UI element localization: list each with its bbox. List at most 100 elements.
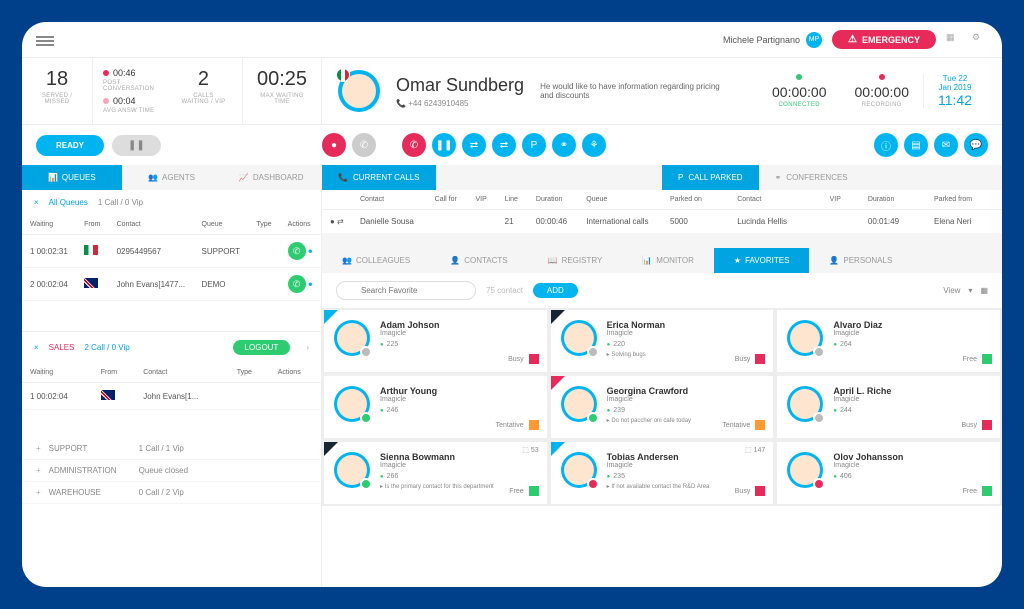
search-input[interactable] [336, 281, 476, 300]
queue-stat: 1 Call / 0 Vip [98, 198, 143, 207]
fav-org: Imagicle [833, 462, 990, 469]
favorite-card[interactable]: ⬚ 147 Tobias Andersen Imagicle 235 ▸ If … [551, 442, 774, 504]
presence-dot-icon [587, 478, 599, 490]
fav-status: Busy [961, 420, 992, 430]
fav-org: Imagicle [833, 396, 990, 403]
user-chip[interactable]: Michele Partignano MP [723, 32, 822, 48]
call-row[interactable]: ● ⇄Danielle Sousa2100:00:46International… [322, 210, 662, 234]
queue-row[interactable]: 1 00:02:04John Evans[1... [22, 383, 321, 410]
fav-status: Free [963, 486, 992, 496]
tab-personals[interactable]: 👤 PERSONALS [809, 248, 912, 273]
tab-registry[interactable]: 📖 REGISTRY [528, 248, 623, 273]
emergency-button[interactable]: EMERGENCY [832, 30, 936, 49]
transfer-button[interactable]: ⇄ [462, 133, 486, 157]
waiting-count: 18 [36, 68, 78, 91]
hangup-button[interactable]: ✆ [402, 133, 426, 157]
transfer2-button[interactable]: ⇄ [492, 133, 516, 157]
caller-phone: 📞 +44 6243910485 [396, 99, 524, 108]
caller-name: Omar Sundberg [396, 75, 524, 96]
queue-row[interactable]: 1 00:02:310295449567SUPPORT✆ ● [22, 235, 321, 268]
presence-dot-icon [587, 412, 599, 424]
expand-row[interactable]: +ADMINISTRATIONQueue closed [22, 460, 321, 482]
tab-dashboard[interactable]: 📈 DASHBOARD [221, 165, 321, 190]
tab-queues[interactable]: 📊 QUEUES [22, 165, 122, 190]
call-icon[interactable]: ✆ [288, 275, 306, 293]
close-sales[interactable]: × [34, 343, 39, 352]
chat-button[interactable]: 💬 [964, 133, 988, 157]
settings-icon[interactable]: ⚙ [972, 32, 988, 48]
presence-dot-icon [813, 346, 825, 358]
pause-button[interactable]: ❚❚ [112, 135, 161, 156]
post-conv-time: 00:46 [113, 68, 136, 78]
contact-count: 75 contact [486, 286, 523, 295]
record-button[interactable]: ● [322, 133, 346, 157]
tab-agents[interactable]: 👥 AGENTS [122, 165, 222, 190]
tab-conferences[interactable]: ⚭ CONFERENCES [759, 165, 864, 190]
tab-colleagues[interactable]: 👥 COLLEAGUES [322, 248, 430, 273]
fav-ext: 244 [833, 407, 990, 414]
favorite-card[interactable]: April L. Riche Imagicle 244 Busy [777, 376, 1000, 438]
fav-name: April L. Riche [833, 386, 990, 396]
tab-favorites[interactable]: ★ FAVORITES [714, 248, 809, 273]
call-icon[interactable]: ✆ [288, 242, 306, 260]
tab-monitor[interactable]: 📊 MONITOR [622, 248, 714, 273]
conference-button[interactable]: ⚭ [552, 133, 576, 157]
corner-icon [551, 442, 565, 456]
parked-row[interactable]: 5000Lucinda Hellis00:01:49Elena Neri [662, 210, 1002, 234]
favorite-card[interactable]: Erica Norman Imagicle 220 ▸ Solving bugs… [551, 310, 774, 372]
corner-icon [324, 310, 338, 324]
flag-icon [101, 390, 115, 400]
fav-status: Busy [735, 486, 766, 496]
avatar [787, 320, 823, 356]
fav-org: Imagicle [380, 462, 537, 469]
view-label[interactable]: View [943, 286, 960, 295]
fav-ext: 239 [607, 407, 764, 414]
expand-row[interactable]: +WAREHOUSE0 Call / 2 Vip [22, 482, 321, 504]
avatar [334, 452, 370, 488]
queue-row[interactable]: 2 00:02:04John Evans[1477...DEMO✆ ● [22, 268, 321, 301]
recording-timer: 00:00:00 [855, 84, 910, 100]
fav-name: Arthur Young [380, 386, 537, 396]
logout-button[interactable]: LOGOUT [233, 340, 291, 355]
tab-contacts[interactable]: 👤 CONTACTS [430, 248, 527, 273]
info-button[interactable]: ⓘ [874, 133, 898, 157]
tab-parked[interactable]: P CALL PARKED [662, 165, 759, 190]
fav-name: Erica Norman [607, 320, 764, 330]
mail-button[interactable]: ✉ [934, 133, 958, 157]
favorite-card[interactable]: Adam Johson Imagicle 225 Busy [324, 310, 547, 372]
note-button[interactable]: ▤ [904, 133, 928, 157]
flag-icon [84, 245, 98, 255]
grid-view-icon[interactable]: ▦ [980, 286, 988, 295]
calls-waiting: 2 [179, 68, 228, 91]
ready-button[interactable]: READY [36, 135, 104, 156]
fav-status: Free [509, 486, 538, 496]
queue-name: All Queues [49, 198, 88, 207]
fav-org: Imagicle [833, 330, 990, 337]
hold-button[interactable]: ❚❚ [432, 133, 456, 157]
connected-dot-icon [796, 74, 802, 80]
favorite-card[interactable]: ⬚ 53 Sienna Bowmann Imagicle 266 ▸ Is th… [324, 442, 547, 504]
favorite-card[interactable]: Alvaro Diaz Imagicle 264 Free [777, 310, 1000, 372]
close-allqueues[interactable]: × [34, 198, 39, 207]
grid-icon[interactable]: ▦ [946, 32, 962, 48]
fav-name: Georgina Crawford [607, 386, 764, 396]
favorite-card[interactable]: Georgina Crawford Imagicle 239 ▸ Do not … [551, 376, 774, 438]
expand-row[interactable]: +SUPPORT1 Call / 1 Vip [22, 438, 321, 460]
corner-icon [324, 442, 338, 456]
dial-button[interactable]: ✆ [352, 133, 376, 157]
add-button[interactable]: ADD [533, 283, 578, 298]
presence-dot-icon [360, 346, 372, 358]
tab-current-calls[interactable]: 📞 CURRENT CALLS [322, 165, 436, 190]
fav-org: Imagicle [380, 396, 537, 403]
fav-ext: 225 [380, 341, 537, 348]
chevron-right-icon[interactable]: › [306, 343, 309, 352]
group-button[interactable]: ⚘ [582, 133, 606, 157]
fav-name: Alvaro Diaz [833, 320, 990, 330]
favorite-card[interactable]: Arthur Young Imagicle 246 Tentative [324, 376, 547, 438]
fav-status: Busy [508, 354, 539, 364]
menu-icon[interactable] [36, 34, 54, 46]
presence-dot-icon [360, 412, 372, 424]
favorite-card[interactable]: Olov Johansson Imagicle 406 Free [777, 442, 1000, 504]
username: Michele Partignano [723, 35, 800, 45]
park-button[interactable]: P [522, 133, 546, 157]
